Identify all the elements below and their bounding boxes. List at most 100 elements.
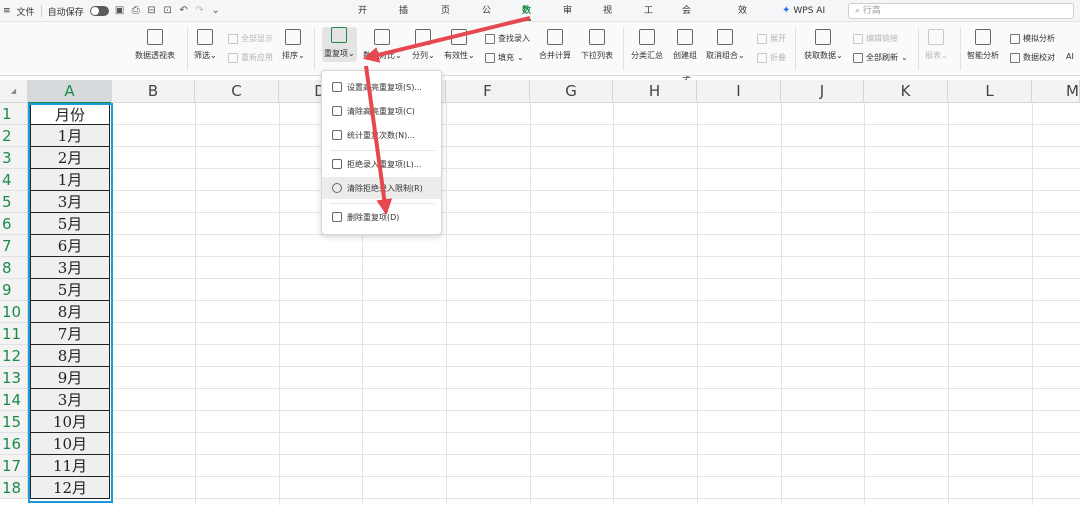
expand-button[interactable]: 展开: [757, 33, 786, 44]
column-header-b[interactable]: B: [112, 80, 195, 103]
row-header[interactable]: 11: [0, 323, 28, 345]
show-all-button[interactable]: 全部显示: [228, 33, 273, 44]
column-header-l[interactable]: L: [948, 80, 1032, 103]
menu-bar: ≡ 文件 自动保存 ▣ ⎙ ⊟ ⊡ ↶ ↷ ⌄ 开始 插入 页面 公式 数据 审…: [0, 0, 1080, 82]
column-header-h[interactable]: H: [613, 80, 697, 103]
print-icon[interactable]: ⊟: [147, 6, 157, 16]
tab-insert[interactable]: 插入: [399, 0, 408, 38]
menu-item-highlight-duplicates[interactable]: 设置高亮重复项(S)...: [322, 76, 441, 98]
menu-item-remove-duplicates[interactable]: 删除重复项(D): [322, 206, 441, 228]
column-header-j[interactable]: J: [781, 80, 864, 103]
menu-item-reject-duplicates[interactable]: 拒绝录入重复项(L)...: [322, 153, 441, 175]
row-header[interactable]: 12: [0, 345, 28, 367]
column-header-m[interactable]: M: [1032, 80, 1080, 103]
what-if-icon: [1010, 33, 1020, 44]
validity-button[interactable]: 有效性⌄: [444, 29, 475, 61]
data-compare-button[interactable]: 数据对比⌄: [363, 29, 402, 61]
ungroup-button[interactable]: 取消组合⌄: [706, 29, 745, 61]
menu-item-clear-highlight[interactable]: 清除高亮重复项(C): [322, 100, 441, 122]
row-header[interactable]: 18: [0, 477, 28, 499]
row-header[interactable]: 1: [0, 103, 28, 125]
report-icon: [928, 29, 945, 45]
menu-item-clear-reject[interactable]: 清除拒绝录入限制(R): [322, 177, 441, 199]
consolidate-button[interactable]: 合并计算: [539, 29, 571, 61]
file-menu[interactable]: 文件: [17, 5, 35, 18]
print-preview-icon[interactable]: ⊡: [163, 6, 173, 16]
row-header[interactable]: 10: [0, 301, 28, 323]
filter-button[interactable]: 筛选⌄: [194, 29, 217, 61]
redo-icon[interactable]: ↷: [195, 6, 205, 16]
select-all-corner[interactable]: ◢: [0, 80, 28, 103]
row-header[interactable]: 5: [0, 191, 28, 213]
column-header-k[interactable]: K: [864, 80, 948, 103]
wps-ai-label: WPS AI: [793, 6, 826, 16]
validity-label: 有效性: [444, 51, 468, 60]
refresh-all-button[interactable]: 全部刷新 ⌄: [853, 52, 908, 63]
column-header-f[interactable]: F: [446, 80, 530, 103]
dropdown-list-button[interactable]: 下拉列表: [581, 29, 613, 61]
fill-button[interactable]: 填充 ⌄: [485, 52, 524, 63]
ai-button[interactable]: AI: [1066, 52, 1074, 61]
menu-item-count-duplicates[interactable]: 统计重复次数(N)...: [322, 124, 441, 146]
search-input[interactable]: ⌕ 行高: [848, 3, 1074, 19]
tab-data[interactable]: 数据: [522, 0, 532, 38]
collapse-button[interactable]: 折叠: [757, 52, 786, 63]
create-group-button[interactable]: 创建组: [673, 29, 697, 61]
save-icon[interactable]: ▣: [115, 6, 125, 16]
divider: [314, 28, 315, 70]
row-header[interactable]: 16: [0, 433, 28, 455]
column-header-g[interactable]: G: [530, 80, 613, 103]
split-column-button[interactable]: 分列⌄: [412, 29, 435, 61]
duplicates-button[interactable]: 重复项⌄: [322, 27, 357, 62]
tab-page[interactable]: 页面: [441, 0, 450, 38]
subtotal-button[interactable]: 分类汇总: [631, 29, 663, 61]
grid-row-line: [112, 168, 1080, 169]
edit-links-icon: [853, 33, 863, 44]
get-data-button[interactable]: 获取数据⌄: [804, 29, 843, 61]
tab-home[interactable]: 开始: [358, 0, 367, 38]
row-header[interactable]: 15: [0, 411, 28, 433]
edit-links-button[interactable]: 编辑链接: [853, 33, 898, 44]
reapply-icon: [228, 52, 238, 63]
row-header[interactable]: 13: [0, 367, 28, 389]
spreadsheet-grid[interactable]: 1 月份 2 1月 3 2月 4 1月 5 3月 6 5月 7 6月 8 3月 9 5月 10 8月 11 7月 12 8月 1…: [0, 103, 1080, 505]
hamburger-menu-icon[interactable]: ≡: [3, 6, 11, 16]
tab-tools[interactable]: 工具: [644, 0, 653, 38]
autosave-label: 自动保存: [47, 7, 84, 18]
row-header[interactable]: 8: [0, 257, 28, 279]
row-header[interactable]: 2: [0, 125, 28, 147]
pivot-table-button[interactable]: 数据透视表: [135, 29, 175, 61]
chevron-down-icon[interactable]: ⌄: [211, 6, 221, 16]
row-header[interactable]: 7: [0, 235, 28, 257]
tab-review[interactable]: 审阅: [563, 0, 572, 38]
row-header[interactable]: 14: [0, 389, 28, 411]
row-header[interactable]: 9: [0, 279, 28, 301]
data-check-button[interactable]: 数据校对: [1010, 52, 1055, 63]
reapply-button[interactable]: 重新应用: [228, 52, 273, 63]
row-header[interactable]: 17: [0, 455, 28, 477]
tab-member[interactable]: 会员专享: [682, 0, 691, 82]
export-pdf-icon[interactable]: ⎙: [131, 6, 141, 16]
lookup-entry-button[interactable]: 查找录入: [485, 33, 530, 44]
wps-ai-button[interactable]: ✦ WPS AI: [782, 0, 825, 22]
column-header-i[interactable]: I: [697, 80, 781, 103]
tab-view[interactable]: 视图: [603, 0, 612, 38]
column-header-a[interactable]: A: [28, 80, 112, 104]
tab-efficiency[interactable]: 效率: [738, 0, 747, 38]
sort-button[interactable]: 排序⌄: [282, 29, 305, 61]
ribbon-toolbar: 数据透视表 筛选⌄ 全部显示 重新应用 排序⌄ 重复项⌄ 数据对比⌄ 分列⌄ 有…: [0, 22, 1080, 76]
tab-formula[interactable]: 公式: [482, 0, 491, 38]
row-header[interactable]: 4: [0, 169, 28, 191]
get-data-label: 获取数据: [804, 51, 836, 60]
autosave-toggle[interactable]: [89, 6, 109, 16]
undo-icon[interactable]: ↶: [179, 6, 189, 16]
row-header[interactable]: 3: [0, 147, 28, 169]
report-button[interactable]: 报表⌄: [925, 29, 948, 61]
column-header-c[interactable]: C: [195, 80, 279, 103]
split-column-label: 分列: [412, 51, 428, 60]
smart-analysis-button[interactable]: 智能分析: [967, 29, 999, 61]
divider: [40, 5, 42, 17]
what-if-button[interactable]: 模拟分析: [1010, 33, 1055, 44]
row-header[interactable]: 6: [0, 213, 28, 235]
validity-icon: [451, 29, 468, 45]
